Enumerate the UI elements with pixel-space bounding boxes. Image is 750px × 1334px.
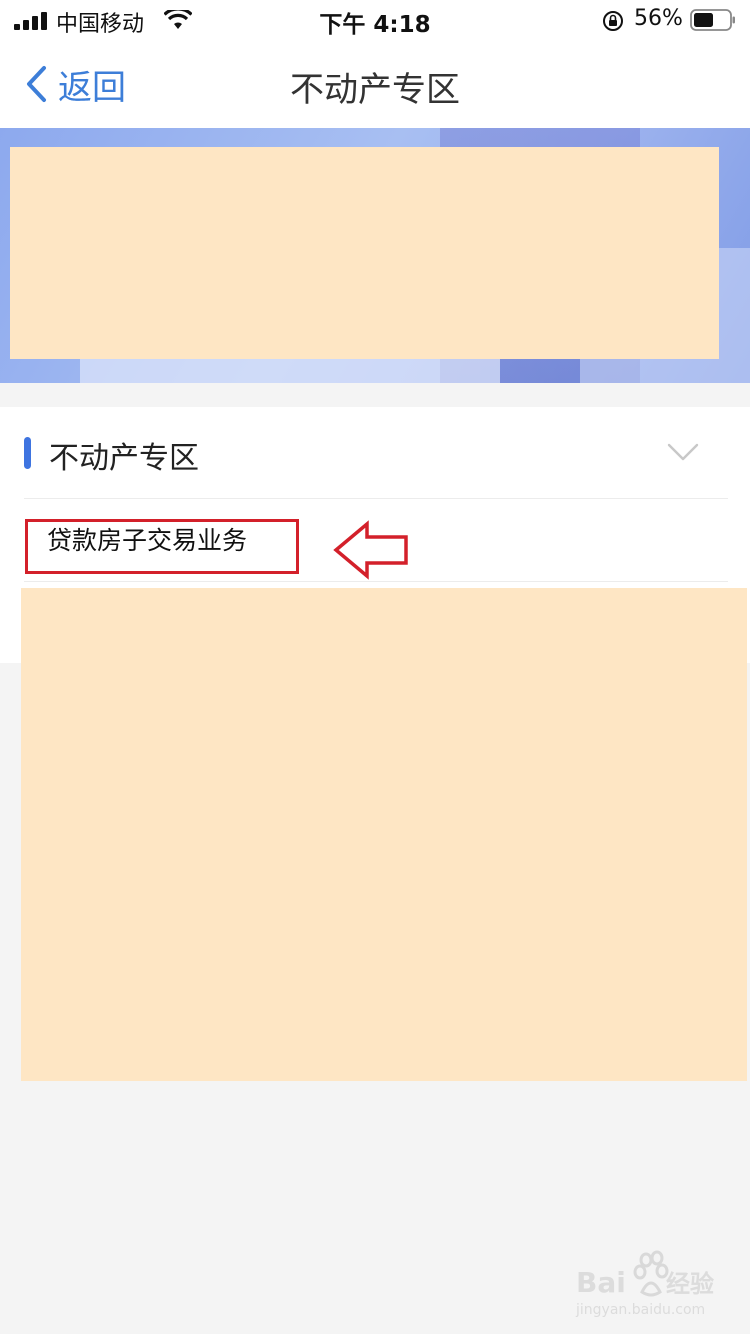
baidu-jingyan-watermark-logo: Bai 经验 jingyan.baidu.com (575, 1250, 714, 1318)
navigation-bar: 返回 不动产专区 (0, 40, 750, 128)
svg-text:Bai: Bai (576, 1266, 626, 1299)
chevron-down-icon[interactable] (666, 441, 700, 463)
banner (0, 128, 750, 383)
status-bar: 中国移动 下午 4:18 56% (0, 0, 750, 40)
svg-text:经验: 经验 (666, 1270, 714, 1298)
section-header[interactable]: 不动产专区 (24, 407, 728, 499)
battery-percent: 56% (634, 6, 683, 31)
section-accent-bar (24, 437, 31, 469)
annotation-arrow-icon (333, 520, 408, 580)
battery-icon (690, 9, 735, 31)
annotation-highlight-box (25, 519, 299, 574)
redacted-area (21, 588, 747, 1081)
page-title: 不动产专区 (290, 70, 460, 110)
svg-text:jingyan.baidu.com: jingyan.baidu.com (575, 1302, 705, 1318)
redacted-area (10, 147, 719, 359)
rotation-lock-icon (603, 11, 623, 31)
section-title: 不动产专区 (49, 441, 199, 476)
